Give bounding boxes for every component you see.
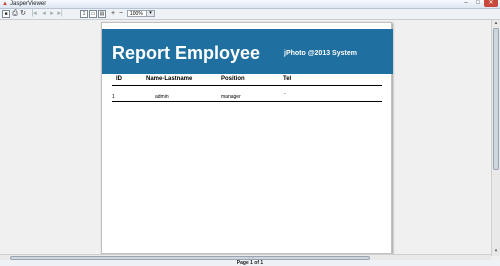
cell-name: admin — [155, 94, 169, 100]
cell-position: manager — [221, 94, 241, 100]
jasper-icon: ▲ — [2, 1, 8, 7]
window-title: JasperViewer — [10, 1, 47, 7]
page-indicator: Page 1 of 1 — [236, 260, 264, 266]
report-subtitle: jPhoto @2013 System — [284, 50, 357, 57]
vertical-scroll-thumb[interactable] — [493, 28, 499, 170]
scroll-down-icon[interactable]: ▾ — [493, 248, 499, 254]
close-button[interactable]: ✕ — [484, 0, 498, 7]
maximize-button[interactable]: □ — [472, 0, 484, 7]
zoom-value: 100% — [130, 11, 143, 17]
cell-id: 1 — [112, 94, 115, 100]
column-header-name: Name-Lastname — [146, 76, 193, 82]
zoom-select[interactable]: 100% ▾ — [127, 10, 155, 17]
report-header-banner: Report Employee jPhoto @2013 System — [102, 29, 393, 74]
column-header-position: Position — [221, 76, 245, 82]
reload-icon[interactable]: ↻ — [19, 10, 27, 18]
status-bar: Page 1 of 1 — [0, 260, 500, 266]
column-header-id: ID — [116, 76, 122, 82]
row-divider — [112, 101, 382, 102]
header-divider — [112, 85, 382, 86]
column-header-tel: Tel — [283, 76, 292, 82]
vertical-scrollbar[interactable]: ▴ ▾ — [491, 20, 500, 256]
title-bar: ▲ JasperViewer – □ ✕ — [0, 0, 500, 9]
next-page-button[interactable]: ▸ — [48, 10, 56, 18]
report-viewport: Report Employee jPhoto @2013 System ID N… — [0, 20, 491, 256]
cell-tel: - — [284, 91, 286, 97]
report-title: Report Employee — [112, 43, 261, 63]
actual-size-button[interactable]: 1 — [80, 10, 88, 18]
scroll-up-icon[interactable]: ▴ — [493, 20, 499, 26]
minimize-button[interactable]: – — [460, 0, 472, 7]
save-icon[interactable]: ■ — [2, 10, 10, 18]
print-icon[interactable]: ⎙ — [11, 10, 19, 18]
zoom-in-button[interactable]: + — [109, 10, 117, 18]
first-page-button[interactable]: |◂ — [30, 10, 38, 18]
chevron-down-icon[interactable]: ▾ — [146, 11, 154, 16]
previous-page-button[interactable]: ◂ — [40, 10, 48, 18]
fit-width-button[interactable]: ▤ — [98, 10, 106, 18]
toolbar: ■ ⎙ ↻ |◂ ◂ ▸ ▸| 1 ▭ ▤ + − — [0, 9, 500, 20]
last-page-button[interactable]: ▸| — [56, 10, 64, 18]
fit-page-button[interactable]: ▭ — [89, 10, 97, 18]
report-page: Report Employee jPhoto @2013 System ID N… — [101, 22, 393, 254]
zoom-out-button[interactable]: − — [117, 10, 125, 18]
